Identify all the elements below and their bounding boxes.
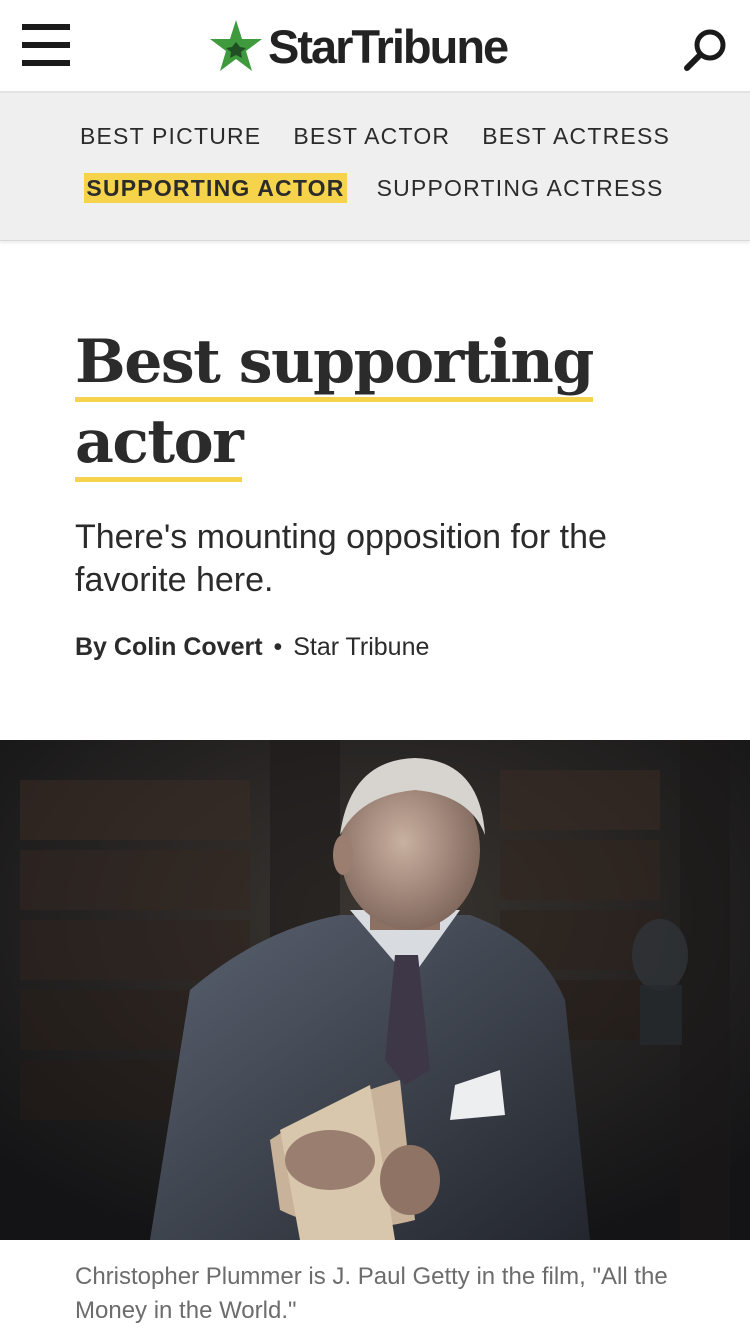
hamburger-menu-icon[interactable]	[22, 24, 70, 68]
byline-separator: •	[273, 633, 283, 661]
nav-best-actress[interactable]: BEST ACTRESS	[480, 121, 672, 151]
photo-illustration	[0, 740, 750, 1240]
site-logo[interactable]: StarTribune	[208, 16, 509, 76]
category-nav: BEST PICTURE BEST ACTOR BEST ACTRESS SUP…	[0, 93, 750, 241]
article-dek: There's mounting opposition for the favo…	[75, 518, 607, 599]
nav-best-actor[interactable]: BEST ACTOR	[291, 121, 452, 151]
search-icon[interactable]	[682, 26, 730, 74]
byline: By Colin Covert • Star Tribune	[75, 630, 429, 664]
byline-author[interactable]: By Colin Covert	[75, 633, 263, 661]
nav-supporting-actress[interactable]: SUPPORTING ACTRESS	[375, 173, 666, 203]
photo-caption: Christopher Plummer is J. Paul Getty in …	[75, 1263, 668, 1324]
nav-supporting-actor[interactable]: SUPPORTING ACTOR	[84, 173, 347, 203]
byline-outlet: Star Tribune	[293, 633, 430, 661]
logo-wordmark: StarTribune	[268, 19, 509, 73]
category-nav-row: SUPPORTING ACTOR SUPPORTING ACTRESS	[0, 173, 750, 203]
star-logo-icon	[210, 20, 262, 71]
headline-line-2: actor	[75, 407, 244, 482]
article-headline: Best supporting actor	[75, 322, 675, 482]
category-nav-row: BEST PICTURE BEST ACTOR BEST ACTRESS	[0, 121, 750, 151]
nav-best-picture[interactable]: BEST PICTURE	[78, 121, 263, 151]
article-photo[interactable]	[0, 740, 750, 1240]
site-header: StarTribune	[0, 0, 750, 93]
headline-line-1: Best supporting	[75, 327, 594, 402]
